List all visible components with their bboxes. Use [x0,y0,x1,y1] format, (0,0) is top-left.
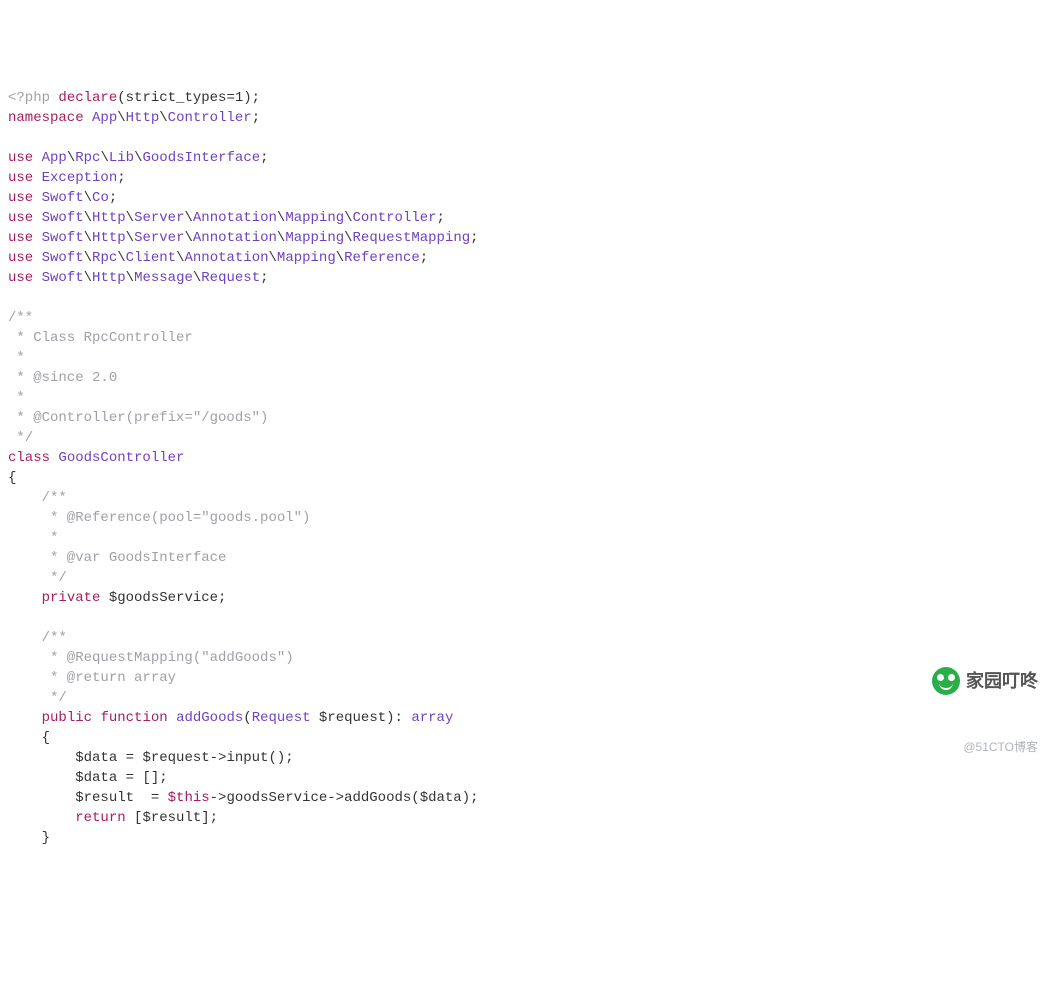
property-name: $goodsService [109,590,218,606]
public-keyword: public [42,710,92,726]
use-keyword: use [8,150,33,166]
private-keyword: private [42,590,101,606]
php-open-tag: <?php [8,90,50,106]
docblock-class: /** [8,310,33,326]
class-keyword: class [8,450,50,466]
docblock-method: /** [8,630,67,646]
watermark: 家园叮咚 @51CTO博客 [932,627,1038,777]
function-keyword: function [100,710,167,726]
strict-types: (strict_types=1); [117,90,260,106]
return-keyword: return [75,810,125,826]
watermark-title: 家园叮咚 [966,671,1038,691]
docblock-property: /** [8,490,67,506]
wechat-icon [932,667,960,695]
declare-keyword: declare [58,90,117,106]
watermark-subtitle: @51CTO博客 [932,737,1038,757]
code-block: <?php declare(strict_types=1); namespace… [8,88,1050,848]
class-name: GoodsController [58,450,184,466]
namespace-keyword: namespace [8,110,84,126]
method-name: addGoods [176,710,243,726]
